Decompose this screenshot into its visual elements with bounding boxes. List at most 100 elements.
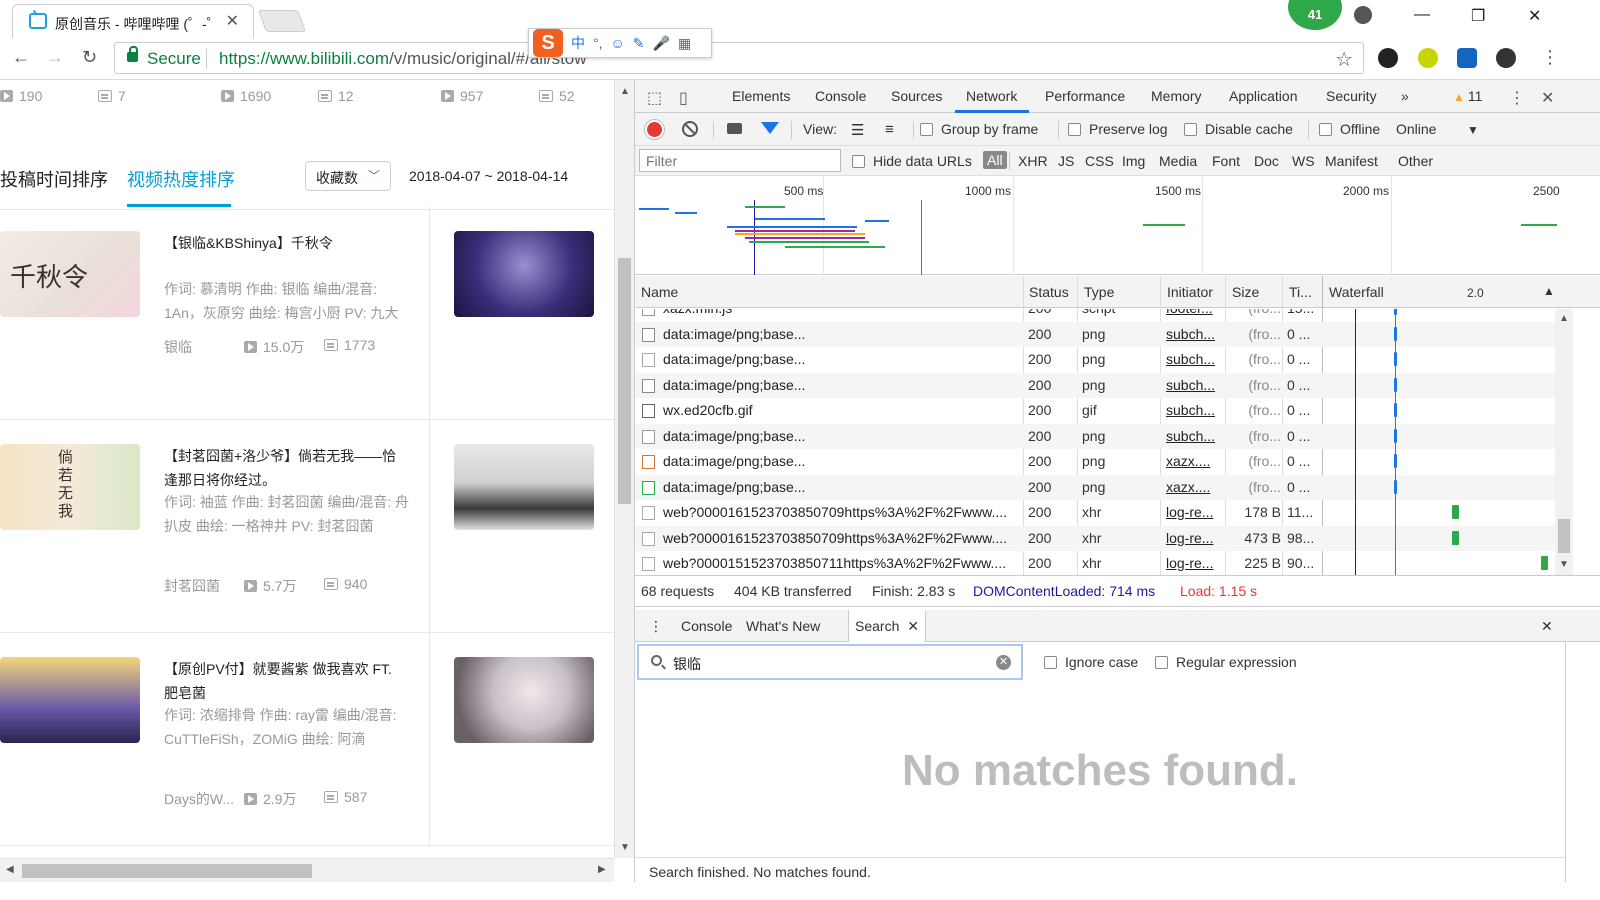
filter-type-other[interactable]: Other [1398, 153, 1433, 169]
extension-blue-icon[interactable] [1457, 48, 1477, 68]
table-row[interactable]: data:image/png;base... 200 png subch... (fro… [635, 347, 1555, 373]
request-initiator[interactable]: log-re... [1166, 530, 1220, 546]
ignore-case-checkbox[interactable]: Ignore case [1044, 654, 1138, 670]
page-horizontal-scrollbar[interactable]: ◀ ▶ [0, 858, 614, 882]
tab-elements[interactable]: Elements [732, 88, 790, 104]
video-thumbnail[interactable]: 千秋令 [0, 231, 140, 317]
scroll-up-arrow-icon[interactable]: ▲ [1559, 313, 1569, 324]
throttling-select[interactable]: Online [1396, 121, 1436, 137]
extension-glasses-icon[interactable] [1378, 48, 1398, 68]
page-vertical-scrollbar[interactable]: ▲ ▼ [614, 80, 634, 858]
video-list-item[interactable]: 【原创PV付】就要酱紫 做我喜欢 FT. 肥皂菌 作词: 浓缩排骨 作曲: ra… [0, 633, 614, 846]
table-row[interactable]: wx.ed20cfb.gif 200 gif subch... (fro... 0 ... [635, 398, 1555, 424]
search-query[interactable]: 银临 [673, 654, 701, 674]
request-initiator[interactable]: log-re... [1166, 504, 1220, 520]
request-name[interactable]: web?0000161523703850709https%3A%2F%2Fwww… [663, 530, 1019, 546]
sort-by-upload-time-tab[interactable]: 投稿时间排序 [0, 166, 108, 192]
scroll-down-arrow-icon[interactable]: ▼ [1559, 559, 1569, 570]
sogou-logo-icon[interactable]: S [533, 29, 563, 57]
column-header-waterfall[interactable]: Waterfall [1329, 284, 1384, 300]
sort-by-popularity-tab[interactable]: 视频热度排序 [127, 166, 235, 192]
request-initiator[interactable]: subch... [1166, 326, 1220, 342]
new-tab-button[interactable] [257, 10, 307, 32]
drawer-menu-icon[interactable]: ⋮ [649, 618, 663, 635]
filter-funnel-icon[interactable] [761, 122, 779, 134]
close-search-tab-icon[interactable]: ✕ [907, 618, 919, 634]
profile-avatar-icon[interactable] [1354, 6, 1372, 24]
group-by-frame-checkbox[interactable]: Group by frame [920, 121, 1038, 137]
request-initiator[interactable]: footer... [1166, 309, 1220, 316]
video-title[interactable]: 【原创PV付】就要酱紫 做我喜欢 FT. 肥皂菌 [164, 657, 409, 705]
video-title[interactable]: 【银临&KBShinya】千秋令 [164, 231, 409, 255]
ime-handwrite-icon[interactable]: ✎ [633, 35, 645, 52]
video-title[interactable]: 【封茗囧菌+洛少爷】倘若无我——恰逢那日将你经过。 [164, 444, 409, 492]
devtools-menu-icon[interactable]: ⋮ [1509, 88, 1525, 108]
extension-green-icon[interactable] [1418, 48, 1438, 68]
tab-console[interactable]: Console [815, 88, 866, 104]
table-row[interactable]: data:image/png;base... 200 png subch... (fro… [635, 423, 1555, 449]
browser-tab-active[interactable]: 原创音乐 - 哔哩哔哩 (゜-゜ ✕ [12, 4, 254, 38]
bookmark-star-icon[interactable]: ☆ [1335, 47, 1353, 72]
sort-field-select[interactable]: 收藏数 ﹀ [305, 161, 391, 191]
request-initiator[interactable]: xazx.... [1166, 453, 1220, 469]
tab-security[interactable]: Security [1326, 88, 1377, 104]
chevron-down-icon[interactable]: ▼ [1467, 123, 1479, 137]
record-icon[interactable] [647, 122, 662, 137]
request-name[interactable]: data:image/png;base... [663, 479, 1019, 495]
reload-icon[interactable]: ↻ [82, 47, 97, 68]
filter-type-media[interactable]: Media [1159, 153, 1197, 169]
close-window-button[interactable]: ✕ [1528, 6, 1541, 26]
column-header-name[interactable]: Name [641, 284, 678, 300]
restore-button[interactable]: ❐ [1471, 6, 1485, 26]
clear-search-icon[interactable]: ✕ [996, 655, 1011, 670]
network-overview-timeline[interactable]: 500 ms 1000 ms 1500 ms 2000 ms 2500 [635, 176, 1600, 275]
more-tabs-button[interactable]: » [1401, 88, 1409, 104]
uploader-name[interactable]: 银临 [164, 337, 192, 357]
table-scrollbar[interactable]: ▲ ▼ [1555, 309, 1573, 575]
request-initiator[interactable]: subch... [1166, 428, 1220, 444]
column-header-status[interactable]: Status [1029, 284, 1069, 300]
extension-badge[interactable]: 41 [1288, 0, 1342, 30]
ime-punctuation-icon[interactable]: °, [593, 35, 603, 51]
request-name[interactable]: data:image/png;base... [663, 428, 1019, 444]
tab-sources[interactable]: Sources [891, 88, 942, 104]
request-name[interactable]: data:image/png;base... [663, 326, 1019, 342]
video-cover-image[interactable] [454, 444, 594, 530]
filter-type-ws[interactable]: WS [1292, 153, 1315, 169]
video-list-item[interactable]: 倘若无我 【封茗囧菌+洛少爷】倘若无我——恰逢那日将你经过。 作词: 袖蓝 作曲… [0, 420, 614, 633]
offline-checkbox[interactable]: Offline [1319, 121, 1380, 137]
filter-type-all[interactable]: All [983, 151, 1007, 169]
request-name[interactable]: xazx.min.js [663, 309, 1019, 316]
regex-checkbox[interactable]: Regular expression [1155, 654, 1297, 670]
uploader-name[interactable]: Days的W... [164, 789, 234, 809]
filter-type-doc[interactable]: Doc [1254, 153, 1279, 169]
request-initiator[interactable]: subch... [1166, 351, 1220, 367]
filter-type-font[interactable]: Font [1212, 153, 1240, 169]
filter-type-js[interactable]: JS [1058, 153, 1074, 169]
table-row[interactable]: data:image/png;base... 200 png xazx.... (fro… [635, 449, 1555, 475]
device-toolbar-icon[interactable]: ▯ [679, 88, 688, 108]
column-header-initiator[interactable]: Initiator [1167, 284, 1213, 300]
table-row[interactable]: data:image/png;base... 200 png xazx.... (fro… [635, 474, 1555, 500]
scroll-down-arrow-icon[interactable]: ▼ [620, 842, 630, 853]
ime-emoji-icon[interactable]: ☺ [611, 35, 625, 51]
filter-type-xhr[interactable]: XHR [1018, 153, 1048, 169]
uploader-name[interactable]: 封茗囧菌 [164, 576, 220, 596]
hide-data-urls-checkbox[interactable]: Hide data URLs [852, 153, 972, 169]
video-list-item[interactable]: 千秋令 【银临&KBShinya】千秋令 作词: 慕清明 作曲: 银临 编曲/混… [0, 207, 614, 420]
tab-application[interactable]: Application [1229, 88, 1298, 104]
column-header-type[interactable]: Type [1084, 284, 1114, 300]
date-range[interactable]: 2018-04-07 ~ 2018-04-14 [409, 168, 568, 184]
search-input[interactable]: 银临 ✕ [637, 644, 1023, 680]
close-drawer-icon[interactable]: ✕ [1541, 618, 1553, 635]
filter-type-css[interactable]: CSS [1085, 153, 1114, 169]
back-arrow-icon[interactable]: ← [12, 47, 30, 68]
tab-network[interactable]: Network [966, 88, 1017, 104]
scrollbar-thumb[interactable] [22, 864, 312, 878]
video-cover-image[interactable] [454, 657, 594, 743]
extension-dark-icon[interactable] [1496, 48, 1516, 68]
scroll-left-arrow-icon[interactable]: ◀ [6, 864, 14, 875]
drawer-tab-search[interactable]: Search ✕ [848, 610, 926, 642]
request-initiator[interactable]: subch... [1166, 377, 1220, 393]
ime-chinese-mode[interactable]: 中 [571, 33, 585, 53]
